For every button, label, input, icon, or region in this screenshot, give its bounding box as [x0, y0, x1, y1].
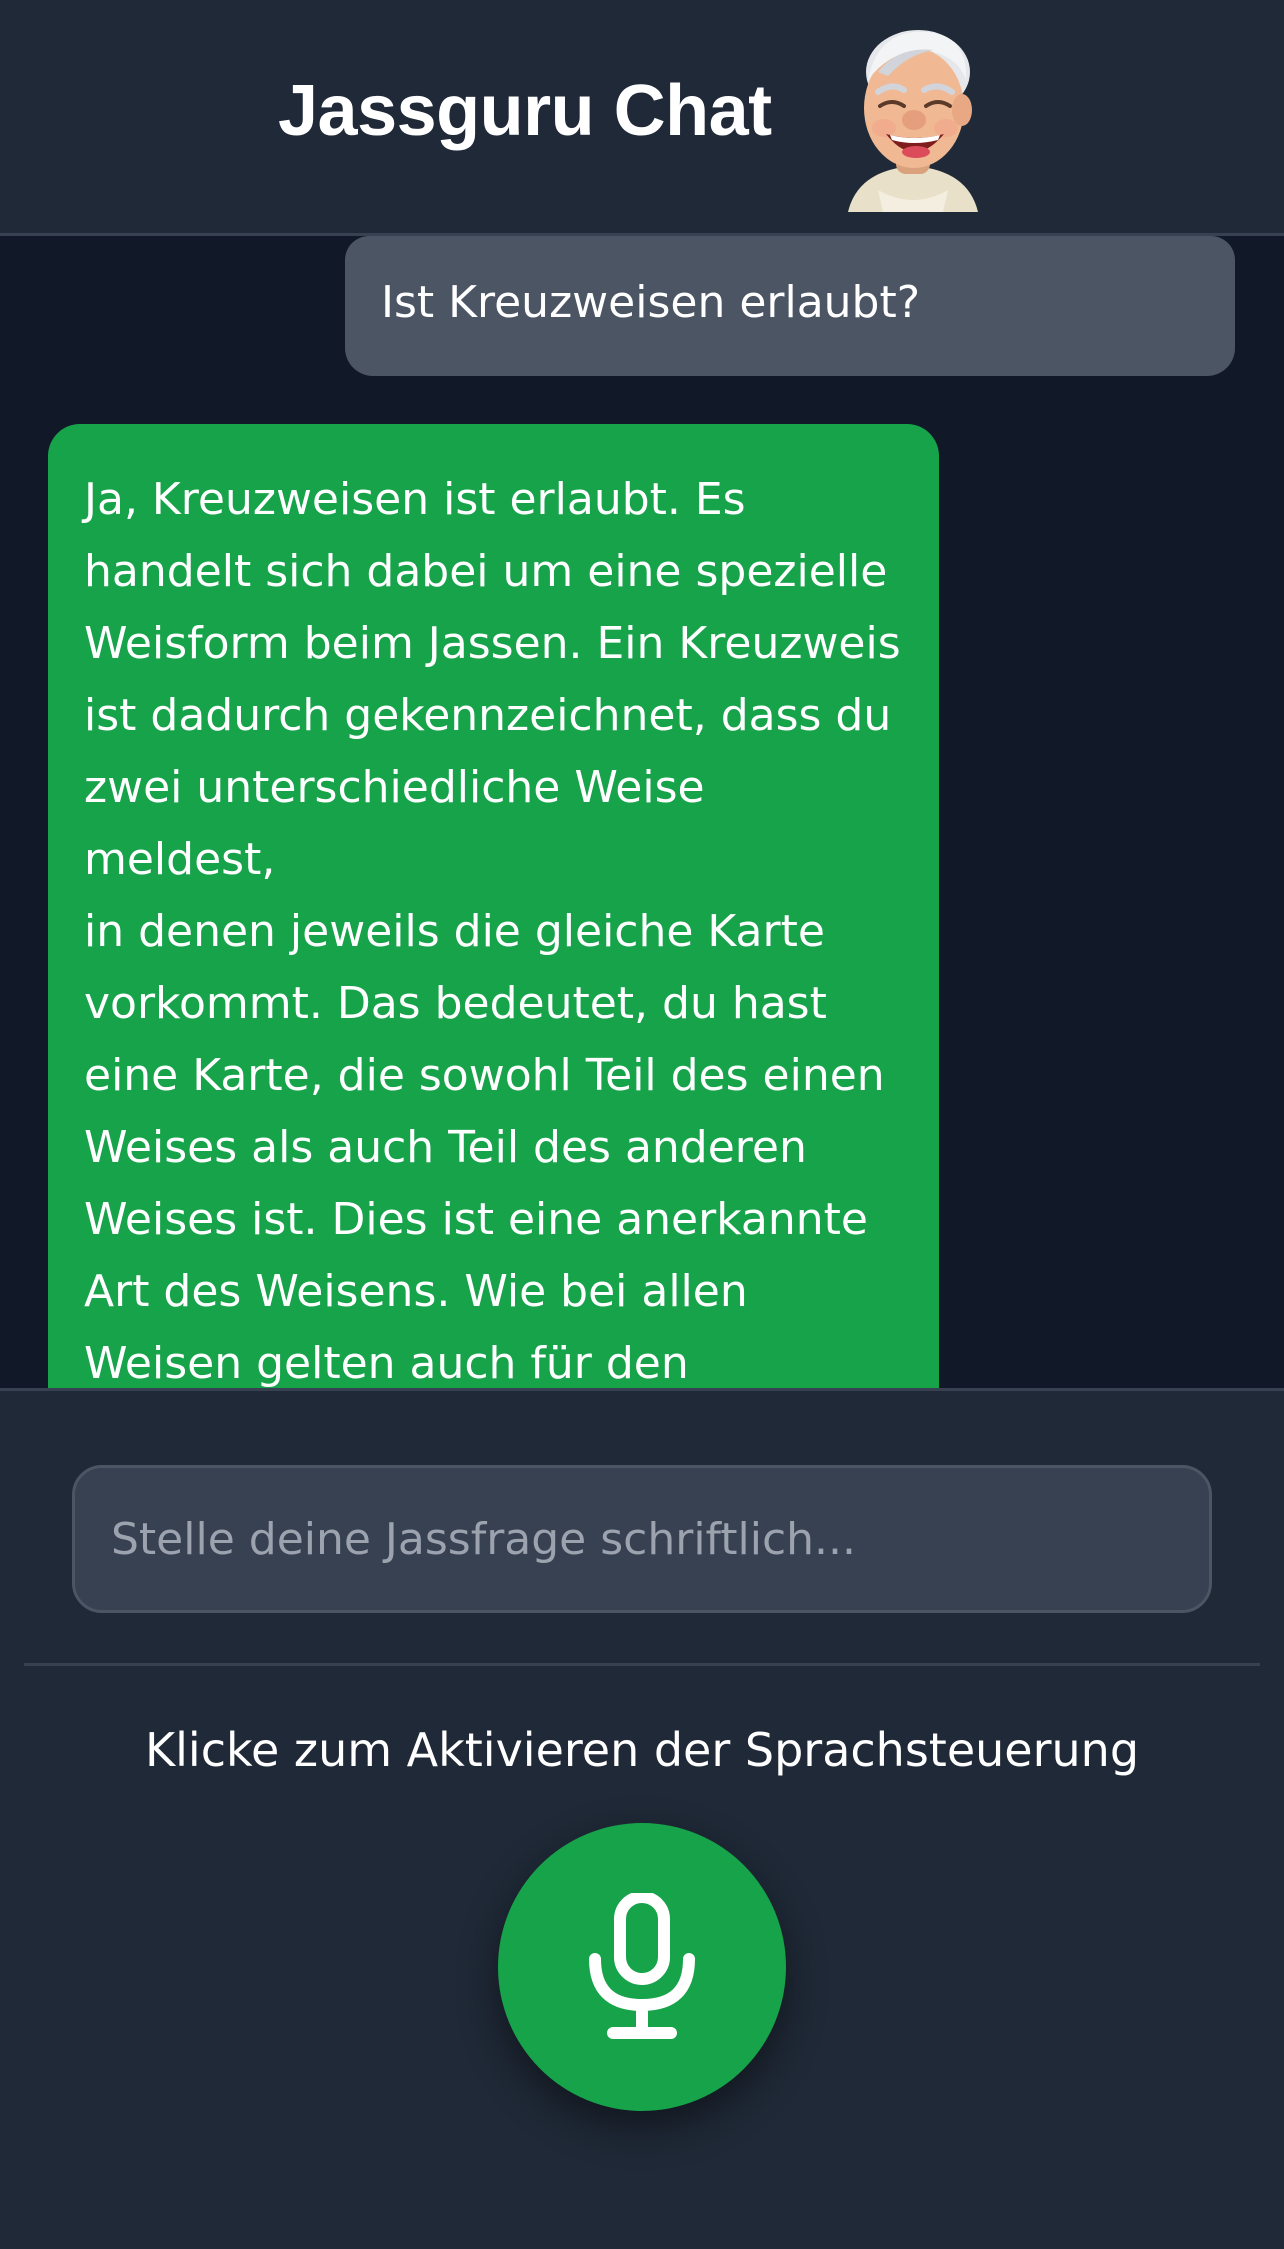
message-input[interactable] — [111, 1468, 1171, 1610]
page-title: Jassguru Chat — [278, 71, 772, 151]
header: Jassguru Chat — [0, 0, 1284, 236]
message-input-wrapper — [72, 1465, 1212, 1613]
microphone-button[interactable] — [498, 1823, 786, 2111]
user-message-text: Ist Kreuzweisen erlaubt? — [381, 277, 921, 328]
user-message-bubble: Ist Kreuzweisen erlaubt? — [345, 236, 1235, 376]
divider — [24, 1663, 1260, 1666]
microphone-icon — [589, 1893, 695, 2039]
app: Jassguru Chat Ist Kreuzweisen erlaubt? J… — [0, 0, 1284, 2249]
assistant-message-bubble: Ja, Kreuzweisen ist erlaubt. Es handelt … — [48, 424, 939, 1388]
voice-hint: Klicke zum Aktivieren der Sprachsteuerun… — [144, 1723, 1140, 1777]
assistant-message-text: Ja, Kreuzweisen ist erlaubt. Es handelt … — [84, 474, 901, 1388]
chat-area[interactable]: Ist Kreuzweisen erlaubt? Ja, Kreuzweisen… — [0, 236, 1284, 1388]
input-panel: Klicke zum Aktivieren der Sprachsteuerun… — [0, 1388, 1284, 2249]
avatar — [848, 30, 978, 212]
